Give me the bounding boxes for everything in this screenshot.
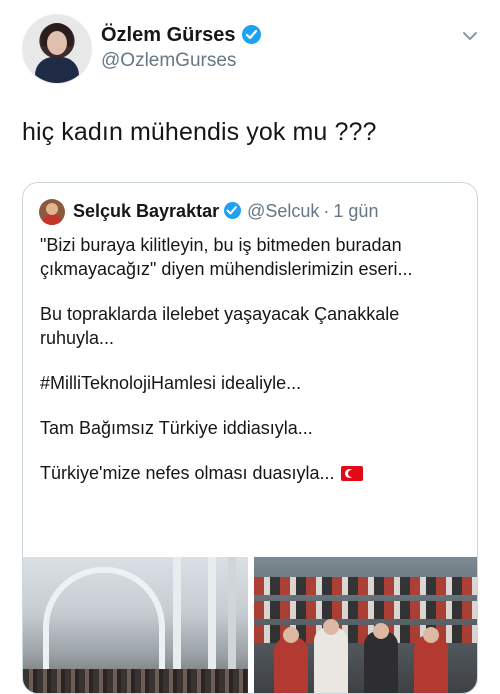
quoted-paragraph: Tam Bağımsız Türkiye iddiasıyla... xyxy=(40,418,313,438)
meta-separator: · xyxy=(323,201,330,221)
chevron-down-icon[interactable] xyxy=(460,26,480,46)
engineers-group-photo[interactable] xyxy=(254,557,477,693)
quoted-tweet-body: "Bizi buraya kilitleyin, bu iş bitmeden … xyxy=(40,233,465,506)
verified-badge-icon xyxy=(241,25,261,44)
author-handle[interactable]: @OzlemGurses xyxy=(101,50,236,72)
user-avatar[interactable] xyxy=(22,14,92,84)
building-interior-photo[interactable] xyxy=(23,557,248,693)
author-name-text[interactable]: Özlem Gürses xyxy=(101,24,236,46)
quoted-paragraph-text: Türkiye'mize nefes olması duasıyla... xyxy=(40,463,335,483)
quoted-tweet[interactable]: Selçuk Bayraktar @Selcuk · 1 gün "Bizi bura… xyxy=(22,182,478,694)
author-name[interactable]: Özlem Gürses xyxy=(101,24,261,47)
hashtag-link[interactable]: #MilliTeknolojiHamlesi idealiyle... xyxy=(40,373,301,393)
quoted-author-line[interactable]: Selçuk Bayraktar @Selcuk · 1 gün xyxy=(73,201,378,222)
quoted-paragraph-last: Türkiye'mize nefes olması duasıyla... xyxy=(40,461,465,485)
hashtag-paragraph: #MilliTeknolojiHamlesi idealiyle... xyxy=(40,371,465,395)
turkey-flag-icon xyxy=(340,466,363,481)
quoted-author-avatar[interactable] xyxy=(39,199,65,225)
quoted-paragraph: Bu topraklarda ilelebet yaşayacak Çanakk… xyxy=(40,304,400,348)
quoted-handle[interactable]: @Selcuk xyxy=(247,201,319,221)
quoted-paragraph: "Bizi buraya kilitleyin, bu iş bitmeden … xyxy=(40,235,413,279)
quoted-author-name[interactable]: Selçuk Bayraktar xyxy=(73,201,219,221)
verified-badge-icon xyxy=(224,202,242,219)
quoted-timestamp[interactable]: 1 gün xyxy=(333,201,378,221)
tweet-text: hiç kadın mühendis yok mu ??? xyxy=(22,118,377,146)
